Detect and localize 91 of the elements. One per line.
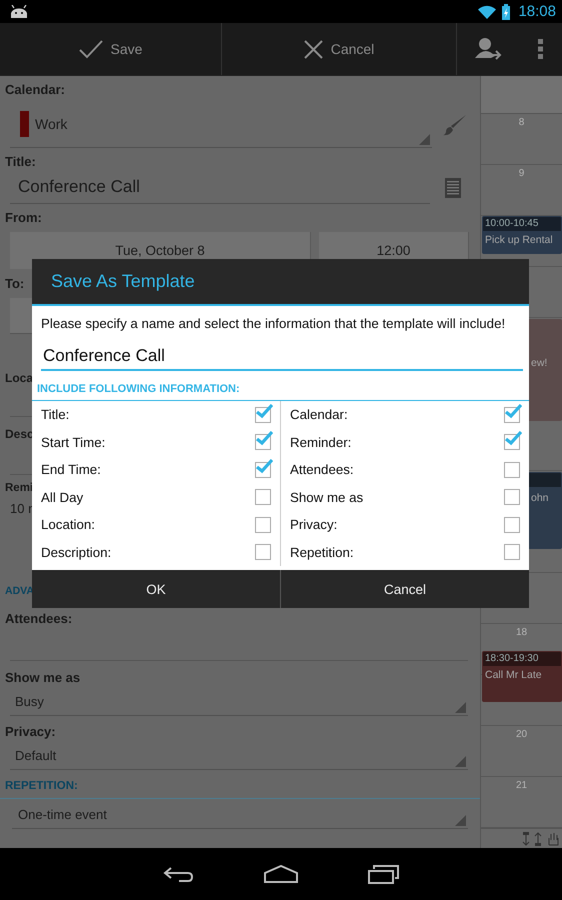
option-label: Location: [41,517,95,532]
event-time: 10:00-10:45 [483,217,561,231]
calendar-event[interactable]: 18:30-19:30 Call Mr Late [482,651,562,702]
option-label: Show me as [290,490,364,505]
option-label: Privacy: [290,517,338,532]
field-label: Privacy: [5,724,56,740]
calendar-value: Work [35,116,68,132]
checkbox[interactable] [255,462,271,478]
option-label: Calendar: [290,407,348,422]
checkbox[interactable] [255,434,271,450]
dialog-title: Save As Template [51,271,195,292]
checkbox[interactable] [255,516,271,533]
back-icon [162,865,194,883]
option-label: Attendees: [290,462,354,478]
save-button[interactable]: Save [0,23,222,75]
event-time: 18:30-19:30 [483,652,561,666]
field-label: Title: [5,154,36,170]
cancel-button[interactable]: Cancel [222,23,457,75]
note-list-icon[interactable] [445,178,461,198]
section-header: INCLUDE FOLLOWING INFORMATION: [37,383,240,395]
checkbox[interactable] [504,544,520,560]
field-label: Calendar: [5,82,65,98]
event-title: Call Mr Late [485,668,542,682]
title-field[interactable]: Conference Call [10,171,430,204]
option-label: All Day [41,490,84,505]
dropdown-corner-icon [455,702,466,713]
event-title: ew! [531,356,548,370]
overflow-menu-icon [538,39,543,59]
hour-label: 8 [518,117,524,129]
dropdown-corner-icon [455,756,466,767]
date-button[interactable] [10,298,32,334]
field-label: Desc [5,426,34,442]
paintbrush-icon[interactable] [443,114,467,136]
hour-label: 9 [518,168,524,180]
check-icon [78,39,103,59]
resize-icon[interactable] [534,832,542,846]
privacy-select[interactable]: Default [10,742,468,770]
field-label: From: [5,210,42,226]
back-button[interactable] [162,865,194,883]
home-button[interactable] [264,865,298,883]
option-label: Start Time: [41,434,106,450]
ok-button[interactable]: OK [32,570,280,608]
hand-icon[interactable] [546,832,560,846]
home-icon [264,865,298,883]
field-label: Attendees: [5,611,72,627]
checkbox[interactable] [504,516,520,533]
cancel-button[interactable]: Cancel [280,570,529,608]
dropdown-corner-icon [419,134,430,145]
event-title: ohn [531,491,549,505]
field-label: Remi [5,481,34,496]
section-header: REPETITION: [5,779,78,794]
option-label: Repetition: [290,544,354,560]
android-icon [10,5,28,18]
repetition-select[interactable]: One-time event [12,801,468,829]
show-me-as-value: Busy [15,694,44,709]
checkbox[interactable] [504,489,520,506]
option-label: Description: [41,544,112,560]
battery-icon [502,4,510,20]
event-title: Pick up Rental [485,233,553,247]
close-icon [304,40,323,58]
wifi-icon [478,4,496,18]
title-value: Conference Call [18,177,140,197]
field-label: To: [5,276,24,292]
checkbox[interactable] [504,406,520,423]
recent-apps-button[interactable] [368,864,400,884]
option-label: End Time: [41,462,101,478]
clock-time: 18:08 [518,3,556,20]
person-arrow-icon [474,37,502,61]
hour-label: 21 [516,780,528,792]
recent-apps-icon [368,864,400,884]
dialog-prompt: Please specify a name and select the information that the template will include! [41,316,506,331]
privacy-value: Default [15,748,56,763]
checkbox[interactable] [255,406,271,423]
checkbox[interactable] [504,462,520,478]
option-label: Title: [41,407,70,422]
section-header: ADVA [5,584,34,599]
calendar-select[interactable]: Work [10,101,432,148]
hour-label: 18 [516,627,528,639]
checkbox[interactable] [255,544,271,560]
repetition-value: One-time event [18,807,107,822]
resize-icon[interactable] [522,832,530,846]
calendar-event[interactable]: 10:00-10:45 Pick up Rental [482,216,562,254]
hour-label: 20 [516,729,528,741]
show-me-as-select[interactable]: Busy [10,688,468,716]
reminder-value: 10 r [10,501,32,516]
dropdown-corner-icon [455,815,466,826]
field-label: Show me as [5,670,80,686]
field-label: Loca [5,370,34,386]
option-label: Reminder: [290,434,352,450]
checkbox[interactable] [504,434,520,450]
checkbox[interactable] [255,489,271,506]
